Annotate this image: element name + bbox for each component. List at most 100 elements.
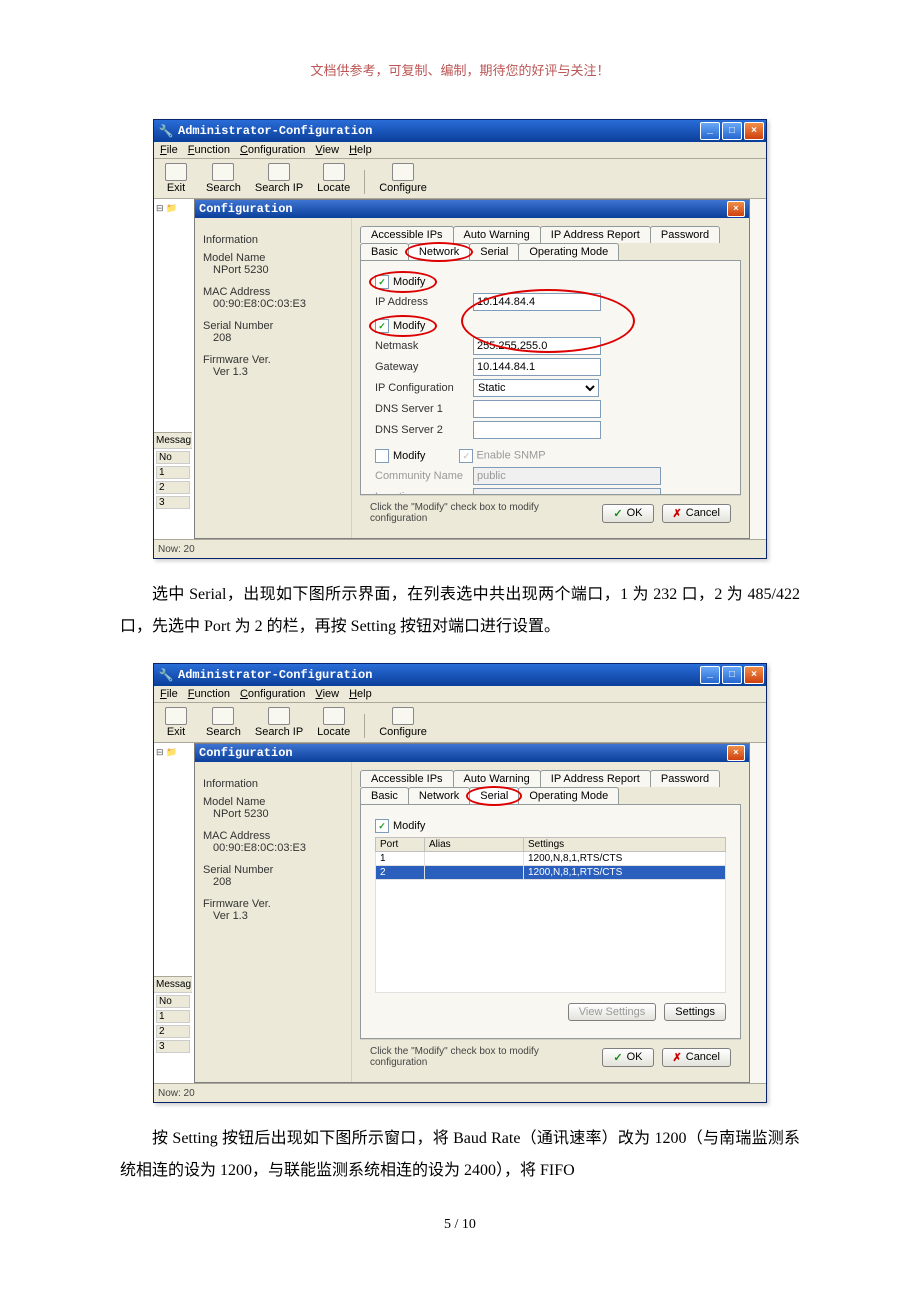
tab-serial[interactable]: Serial bbox=[469, 787, 519, 804]
tab-password[interactable]: Password bbox=[650, 226, 720, 243]
cross-icon: ✗ bbox=[673, 507, 682, 520]
tab-auto-warning[interactable]: Auto Warning bbox=[453, 770, 541, 787]
table-row-selected[interactable]: 21200,N,8,1,RTS/CTS bbox=[376, 866, 726, 880]
ip-label: IP Address bbox=[375, 296, 465, 308]
tree-panel[interactable]: ⊟ 📁 Messag No 1 2 3 bbox=[154, 743, 199, 1083]
tool-exit[interactable]: Exit bbox=[160, 707, 192, 738]
window-title: Administrator-Configuration bbox=[178, 668, 700, 682]
info-panel: Information Model Name NPort 5230 MAC Ad… bbox=[195, 762, 352, 1082]
tool-locate[interactable]: Locate bbox=[317, 707, 350, 738]
menubar[interactable]: File Function Configuration View Help bbox=[154, 142, 766, 159]
menu-help[interactable]: Help bbox=[349, 688, 372, 700]
tool-locate[interactable]: Locate bbox=[317, 163, 350, 194]
message-header: Messag bbox=[154, 433, 192, 449]
close-button[interactable]: × bbox=[744, 122, 764, 140]
menu-configuration[interactable]: Configuration bbox=[240, 144, 305, 156]
dns2-input[interactable] bbox=[473, 421, 601, 439]
modify-checkbox-1[interactable]: ✓ bbox=[375, 275, 389, 289]
msg-row: 1 bbox=[156, 1010, 190, 1023]
menu-configuration[interactable]: Configuration bbox=[240, 688, 305, 700]
menu-file[interactable]: File bbox=[160, 688, 178, 700]
titlebar[interactable]: 🔧 Administrator-Configuration _ □ × bbox=[154, 120, 766, 142]
tab-operating-mode[interactable]: Operating Mode bbox=[518, 787, 619, 804]
menubar[interactable]: File Function Configuration View Help bbox=[154, 686, 766, 703]
dns1-input[interactable] bbox=[473, 400, 601, 418]
tab-network[interactable]: Network bbox=[408, 243, 470, 260]
model-name-label: Model Name bbox=[203, 252, 343, 264]
tool-search[interactable]: Search bbox=[206, 707, 241, 738]
titlebar[interactable]: 🔧 Administrator-Configuration _ □ × bbox=[154, 664, 766, 686]
modify-checkbox[interactable]: ✓ bbox=[375, 819, 389, 833]
configure-icon bbox=[392, 707, 414, 725]
minimize-button[interactable]: _ bbox=[700, 666, 720, 684]
locate-icon bbox=[323, 707, 345, 725]
mac-address: 00:90:E8:0C:03:E3 bbox=[213, 298, 343, 310]
col-alias[interactable]: Alias bbox=[425, 838, 524, 852]
menu-function[interactable]: Function bbox=[188, 688, 230, 700]
message-table: No 1 2 3 bbox=[154, 993, 192, 1055]
modify-checkbox-2[interactable]: ✓ bbox=[375, 319, 389, 333]
dialog-title[interactable]: Configuration × bbox=[195, 744, 749, 762]
mac-label: MAC Address bbox=[203, 286, 343, 298]
tool-searchip[interactable]: Search IP bbox=[255, 163, 303, 194]
menu-view[interactable]: View bbox=[315, 144, 339, 156]
tab-ip-report[interactable]: IP Address Report bbox=[540, 226, 651, 243]
menu-help[interactable]: Help bbox=[349, 144, 372, 156]
netmask-input[interactable] bbox=[473, 337, 601, 355]
tab-accessible-ips[interactable]: Accessible IPs bbox=[360, 226, 454, 243]
model-name: NPort 5230 bbox=[213, 808, 343, 820]
ok-button[interactable]: ✓OK bbox=[602, 504, 653, 523]
tab-serial[interactable]: Serial bbox=[469, 243, 519, 260]
tab-basic[interactable]: Basic bbox=[360, 787, 409, 804]
footer-hint: Click the "Modify" check box to modify c… bbox=[370, 1046, 594, 1068]
minimize-button[interactable]: _ bbox=[700, 122, 720, 140]
tab-network[interactable]: Network bbox=[408, 787, 470, 804]
ipconf-select[interactable]: Static bbox=[473, 379, 599, 397]
close-button[interactable]: × bbox=[744, 666, 764, 684]
tab-accessible-ips[interactable]: Accessible IPs bbox=[360, 770, 454, 787]
tool-exit[interactable]: Exit bbox=[160, 163, 192, 194]
tab-basic[interactable]: Basic bbox=[360, 243, 409, 260]
dialog-close-button[interactable]: × bbox=[727, 201, 745, 217]
page-number: 5 / 10 bbox=[0, 1217, 920, 1233]
col-port[interactable]: Port bbox=[376, 838, 425, 852]
serial-label: Serial Number bbox=[203, 320, 343, 332]
tool-search[interactable]: Search bbox=[206, 163, 241, 194]
msg-row: 2 bbox=[156, 481, 190, 494]
tool-configure[interactable]: Configure bbox=[379, 163, 427, 194]
search-icon bbox=[212, 707, 234, 725]
msg-row: 3 bbox=[156, 496, 190, 509]
col-settings[interactable]: Settings bbox=[524, 838, 726, 852]
menu-function[interactable]: Function bbox=[188, 144, 230, 156]
location-input bbox=[473, 488, 661, 495]
tab-password[interactable]: Password bbox=[650, 770, 720, 787]
tab-ip-report[interactable]: IP Address Report bbox=[540, 770, 651, 787]
tool-searchip[interactable]: Search IP bbox=[255, 707, 303, 738]
firmware-version: Ver 1.3 bbox=[213, 910, 343, 922]
locate-icon bbox=[323, 163, 345, 181]
modify-checkbox-3[interactable] bbox=[375, 449, 389, 463]
settings-button[interactable]: Settings bbox=[664, 1003, 726, 1021]
gateway-input[interactable] bbox=[473, 358, 601, 376]
exit-icon bbox=[165, 163, 187, 181]
enable-snmp-checkbox: ✓ bbox=[459, 449, 473, 463]
menu-file[interactable]: File bbox=[160, 144, 178, 156]
gateway-label: Gateway bbox=[375, 361, 465, 373]
cancel-button[interactable]: ✗Cancel bbox=[662, 504, 731, 523]
ip-input[interactable] bbox=[473, 293, 601, 311]
tab-auto-warning[interactable]: Auto Warning bbox=[453, 226, 541, 243]
cancel-button[interactable]: ✗Cancel bbox=[662, 1048, 731, 1067]
dns1-label: DNS Server 1 bbox=[375, 403, 465, 415]
menu-view[interactable]: View bbox=[315, 688, 339, 700]
tree-panel[interactable]: ⊟ 📁 Messag No 1 2 3 bbox=[154, 199, 199, 539]
app-icon: 🔧 bbox=[158, 123, 174, 139]
maximize-button[interactable]: □ bbox=[722, 666, 742, 684]
tab-operating-mode[interactable]: Operating Mode bbox=[518, 243, 619, 260]
table-row[interactable]: 11200,N,8,1,RTS/CTS bbox=[376, 852, 726, 866]
port-table[interactable]: Port Alias Settings 11200,N,8,1,RTS/CTS … bbox=[375, 837, 726, 993]
ok-button[interactable]: ✓OK bbox=[602, 1048, 653, 1067]
dialog-title[interactable]: Configuration × bbox=[195, 200, 749, 218]
tool-configure[interactable]: Configure bbox=[379, 707, 427, 738]
dialog-close-button[interactable]: × bbox=[727, 745, 745, 761]
maximize-button[interactable]: □ bbox=[722, 122, 742, 140]
